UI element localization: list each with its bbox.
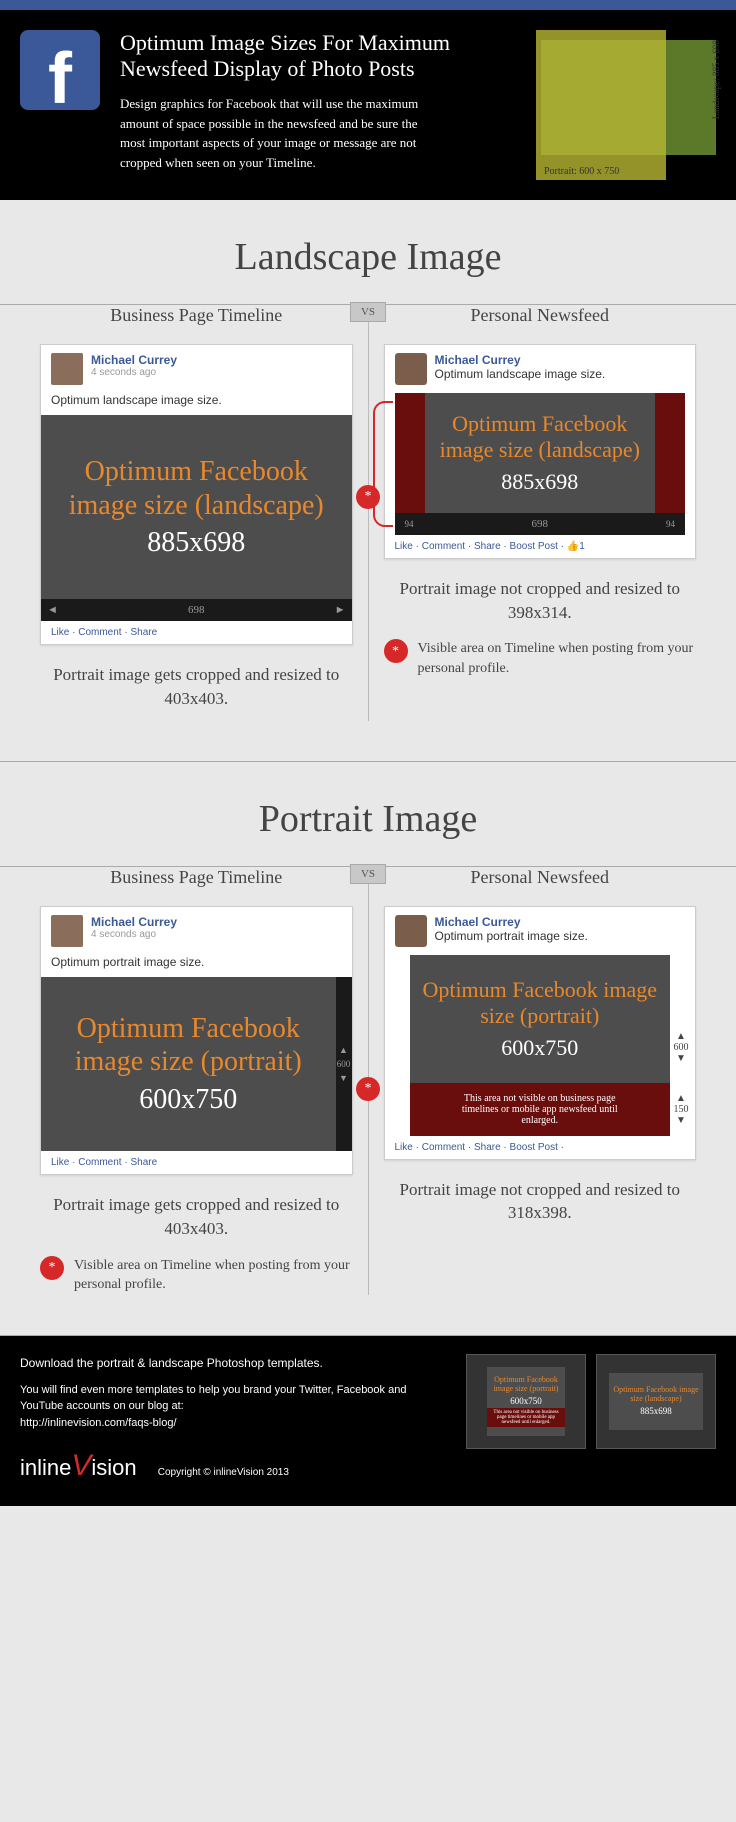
image-label: Optimum Facebook image size (landscape) — [430, 411, 651, 464]
image-label: Optimum Facebook image size (landscape) — [51, 455, 342, 522]
star-badge-icon: * — [356, 485, 380, 509]
vs-badge: VS — [350, 302, 386, 322]
star-badge-icon: * — [384, 639, 408, 663]
portrait-right-title: Personal Newsfeed — [384, 867, 697, 888]
crop-indicator — [373, 401, 393, 527]
landscape-section-title: Landscape Image — [0, 200, 736, 304]
star-note-text: Visible area on Timeline when posting fr… — [74, 1256, 353, 1295]
landscape-right-caption: Portrait image not cropped and resized t… — [384, 577, 697, 625]
post-caption: Optimum landscape image size. — [41, 393, 352, 415]
image-dims: 600x750 — [415, 1035, 666, 1061]
landscape-left-caption: Portrait image gets cropped and resized … — [40, 663, 353, 711]
template-thumb-portrait: Optimum Facebook image size (portrait)60… — [466, 1354, 586, 1449]
size-diagram: Landscape: 885 x 698 Portrait: 600 x 750 — [536, 30, 716, 180]
footer-url[interactable]: http://inlinevision.com/faqs-blog/ — [20, 1415, 451, 1432]
portrait-left-title: Business Page Timeline — [40, 867, 353, 888]
brand-logo: inlineVision Copyright © inlineVision 20… — [20, 1443, 451, 1488]
post-card: Michael Currey 4 seconds ago Optimum lan… — [40, 344, 353, 645]
post-caption: Optimum portrait image size. — [41, 955, 352, 977]
star-badge-icon: * — [356, 1077, 380, 1101]
post-time: 4 seconds ago — [91, 929, 177, 940]
avatar — [51, 353, 83, 385]
star-badge-icon: * — [40, 1256, 64, 1280]
post-time: 4 seconds ago — [91, 367, 177, 378]
dimension-bar-vertical: ▲600▼ — [336, 977, 352, 1151]
landscape-comparison: VS * Business Page Timeline Michael Curr… — [0, 305, 736, 751]
post-caption: Optimum landscape image size. — [435, 367, 606, 381]
download-text: Download the portrait & landscape Photos… — [20, 1354, 451, 1372]
post-actions[interactable]: Like · Comment · Share · Boost Post · 👍1 — [385, 535, 696, 558]
image-label: Optimum Facebook image size (portrait) — [415, 977, 666, 1030]
landscape-left-title: Business Page Timeline — [40, 305, 353, 326]
avatar — [395, 353, 427, 385]
star-note-text: Visible area on Timeline when posting fr… — [418, 639, 697, 678]
crop-bar-right — [655, 393, 685, 513]
facebook-icon: f — [20, 30, 100, 110]
hidden-area-note: This area not visible on business page t… — [410, 1083, 671, 1136]
post-author: Michael Currey — [435, 353, 606, 367]
footer: Download the portrait & landscape Photos… — [0, 1336, 736, 1507]
post-author: Michael Currey — [91, 915, 177, 929]
page-title: Optimum Image Sizes For Maximum Newsfeed… — [120, 30, 516, 82]
template-thumb-landscape: Optimum Facebook image size (landscape)8… — [596, 1354, 716, 1449]
image-dims: 600x750 — [51, 1084, 326, 1116]
width-label: 698 — [532, 518, 549, 530]
portrait-section-title: Portrait Image — [0, 762, 736, 866]
image-dims: 885x698 — [51, 527, 342, 559]
post-actions[interactable]: Like · Comment · Share — [41, 1151, 352, 1174]
post-actions[interactable]: Like · Comment · Share — [41, 621, 352, 644]
crop-bar-left — [395, 393, 425, 513]
top-bar — [0, 0, 736, 10]
landscape-right-title: Personal Newsfeed — [384, 305, 697, 326]
avatar — [395, 915, 427, 947]
post-author: Michael Currey — [435, 915, 588, 929]
header: f Optimum Image Sizes For Maximum Newsfe… — [0, 10, 736, 200]
dimension-bar: ◄ 698 ► — [41, 599, 352, 621]
avatar — [51, 915, 83, 947]
side-width: 94 — [666, 519, 675, 529]
portrait-left-caption: Portrait image gets cropped and resized … — [40, 1193, 353, 1241]
post-card: Michael Currey 4 seconds ago Optimum por… — [40, 906, 353, 1175]
side-width: 94 — [405, 519, 414, 529]
footer-desc: You will find even more templates to hel… — [20, 1382, 451, 1415]
post-card: Michael Currey Optimum landscape image s… — [384, 344, 697, 559]
post-actions[interactable]: Like · Comment · Share · Boost Post · — [385, 1136, 696, 1159]
arrow-right-icon: ► — [335, 604, 346, 616]
diagram-portrait-label: Portrait: 600 x 750 — [544, 166, 619, 177]
post-author: Michael Currey — [91, 353, 177, 367]
diagram-landscape-label: Landscape: 885 x 698 — [711, 40, 721, 119]
header-desc: Design graphics for Facebook that will u… — [120, 94, 430, 172]
image-dims: 885x698 — [430, 469, 651, 495]
image-label: Optimum Facebook image size (portrait) — [51, 1012, 326, 1079]
vs-badge: VS — [350, 864, 386, 884]
arrow-left-icon: ◄ — [47, 604, 58, 616]
post-caption: Optimum portrait image size. — [435, 929, 588, 943]
portrait-comparison: VS * Business Page Timeline Michael Curr… — [0, 867, 736, 1325]
post-card: Michael Currey Optimum portrait image si… — [384, 906, 697, 1160]
width-label: 698 — [188, 604, 205, 616]
portrait-right-caption: Portrait image not cropped and resized t… — [384, 1178, 697, 1226]
